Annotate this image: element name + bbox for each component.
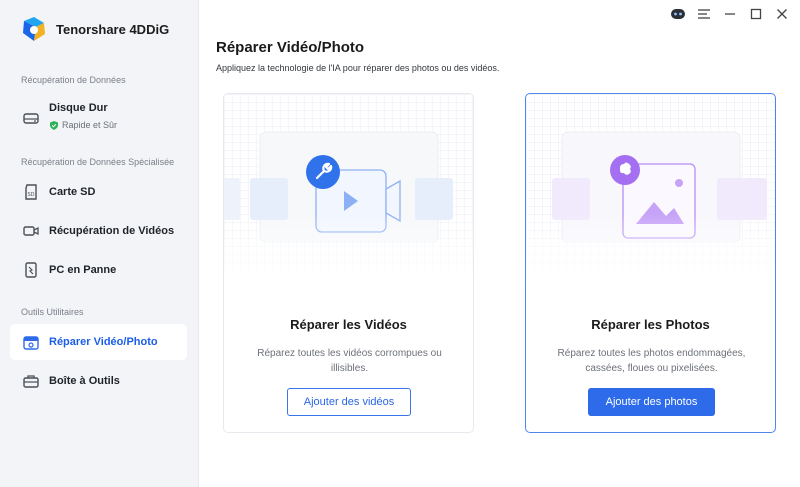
menu-button[interactable] (696, 6, 712, 22)
repair-icon (22, 333, 40, 351)
assistant-bot-button[interactable] (670, 6, 686, 22)
shield-check-icon (50, 120, 58, 130)
minimize-icon (725, 13, 735, 15)
sidebar-item-hard-drive[interactable]: Disque Dur (10, 96, 187, 136)
repair-photos-card[interactable]: Réparer les Photos Réparez toutes les ph… (525, 93, 776, 433)
close-icon (777, 9, 787, 19)
sidebar-item-video-recovery[interactable]: Récupération de Vidéos (10, 213, 187, 249)
sidebar: Tenorshare 4DDiG Récupération de Données… (0, 0, 199, 487)
robot-icon (671, 9, 685, 19)
card-description: Réparez toutes les vidéos corrompues ou … (257, 348, 442, 374)
repair-videos-card[interactable]: Réparer les Vidéos Réparez toutes les vi… (223, 93, 474, 433)
sidebar-item-label: Carte SD (49, 186, 96, 198)
section-label-data-recovery: Récupération de Données (21, 75, 126, 85)
section-label-utility-tools: Outils Utilitaires (21, 307, 84, 317)
window-controls (670, 6, 790, 22)
hard-drive-subtitle-text: Rapide et Sûr (62, 120, 118, 130)
card-title: Réparer les Photos (591, 317, 710, 332)
sidebar-item-label: Disque Dur (49, 102, 108, 114)
card-fade (526, 214, 775, 284)
sidebar-item-toolbox[interactable]: Boîte à Outils (10, 363, 187, 399)
sidebar-item-label: Boîte à Outils (49, 375, 120, 387)
sd-card-icon: SD (22, 183, 40, 201)
minimize-button[interactable] (722, 6, 738, 22)
page-subtitle: Appliquez la technologie de l'IA pour ré… (216, 63, 500, 73)
app-logo: Tenorshare 4DDiG (20, 15, 169, 43)
video-icon (22, 222, 40, 240)
toolbox-icon (22, 372, 40, 390)
card-description: Réparez toutes les photos endommagées, c… (557, 348, 746, 374)
add-videos-button[interactable]: Ajouter des vidéos (287, 388, 411, 416)
sidebar-item-label: PC en Panne (49, 264, 117, 276)
menu-icon (698, 9, 710, 19)
app-logo-icon (23, 17, 45, 41)
close-button[interactable] (774, 6, 790, 22)
crashed-pc-icon (22, 261, 40, 279)
section-label-specialized-recovery: Récupération de Données Spécialisée (21, 157, 175, 167)
sidebar-item-repair-video-photo[interactable]: Réparer Vidéo/Photo (10, 324, 187, 360)
hard-drive-icon (22, 109, 40, 127)
maximize-button[interactable] (748, 6, 764, 22)
maximize-icon (750, 8, 762, 20)
hard-drive-subtitle: Rapide et Sûr (50, 120, 117, 130)
page-title: Réparer Vidéo/Photo (216, 39, 365, 56)
app-name: Tenorshare 4DDiG (56, 21, 170, 37)
card-title: Réparer les Vidéos (290, 317, 407, 332)
svg-text:SD: SD (27, 192, 34, 198)
sidebar-item-crashed-pc[interactable]: PC en Panne (10, 252, 187, 288)
sidebar-item-label: Récupération de Vidéos (49, 225, 175, 237)
card-fade (224, 214, 473, 284)
sidebar-item-sd-card[interactable]: SD Carte SD (10, 174, 187, 210)
sidebar-item-label: Réparer Vidéo/Photo (49, 336, 158, 348)
add-photos-button[interactable]: Ajouter des photos (588, 388, 715, 416)
